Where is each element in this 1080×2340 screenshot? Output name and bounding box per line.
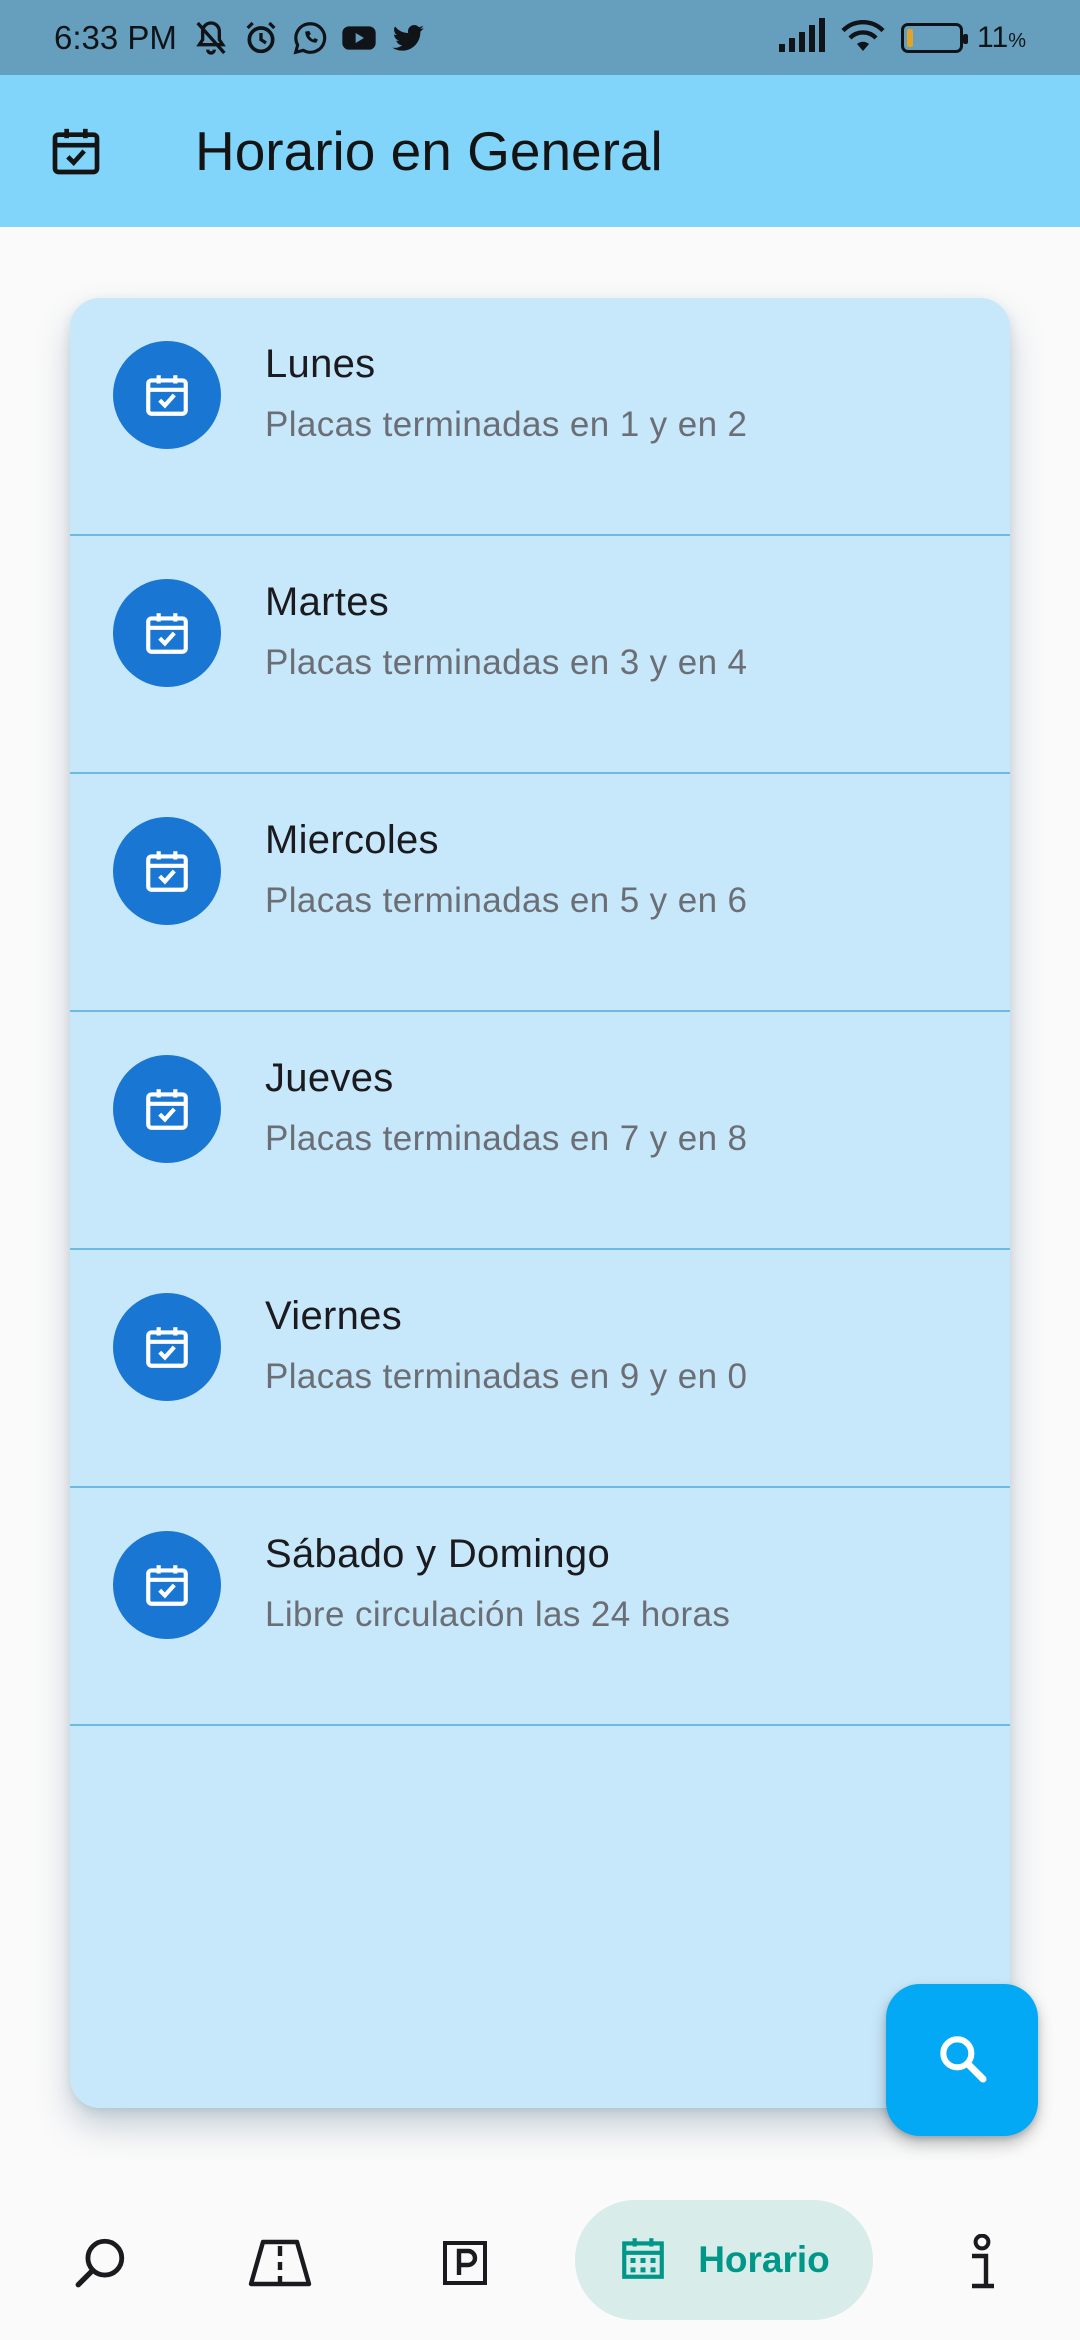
list-item-title: Sábado y Domingo bbox=[265, 1532, 611, 1576]
list-item-title: Viernes bbox=[265, 1294, 403, 1338]
status-right: 11% bbox=[779, 17, 1026, 58]
whatsapp-icon bbox=[291, 19, 329, 57]
nav-item-label: Horario bbox=[698, 2239, 830, 2280]
info-icon bbox=[964, 2233, 1000, 2297]
list-item-miercoles[interactable]: Miercoles Placas terminadas en 5 y en 6 bbox=[70, 774, 1010, 1012]
search-icon bbox=[71, 2234, 129, 2297]
list-item-subtitle: Placas terminadas en 7 y en 8 bbox=[265, 1119, 748, 1158]
battery-fill bbox=[907, 28, 914, 47]
status-left: 6:33 PM bbox=[54, 18, 427, 58]
youtube-icon bbox=[339, 18, 379, 58]
parking-icon bbox=[441, 2239, 489, 2292]
list-item-subtitle: Placas terminadas en 1 y en 2 bbox=[265, 405, 748, 444]
list-item-martes[interactable]: Martes Placas terminadas en 3 y en 4 bbox=[70, 536, 1010, 774]
muted-bell-icon bbox=[191, 18, 231, 58]
list-item-subtitle: Placas terminadas en 5 y en 6 bbox=[265, 881, 748, 920]
calendar-check-icon bbox=[113, 1055, 221, 1163]
battery-icon bbox=[901, 22, 969, 53]
calendar-check-icon bbox=[48, 123, 104, 179]
status-time: 6:33 PM bbox=[54, 18, 177, 56]
schedule-card: Lunes Placas terminadas en 1 y en 2 Mart… bbox=[70, 298, 1010, 2108]
twitter-icon bbox=[389, 19, 427, 57]
notification-icons bbox=[191, 18, 427, 58]
road-icon bbox=[247, 2238, 313, 2293]
search-fab-button[interactable] bbox=[886, 1984, 1038, 2136]
signal-icon bbox=[779, 18, 826, 57]
calendar-check-icon bbox=[113, 817, 221, 925]
list-item-sabado-domingo[interactable]: Sábado y Domingo Libre circulación las 2… bbox=[70, 1488, 1010, 1726]
alarm-icon bbox=[241, 18, 281, 58]
calendar-check-icon bbox=[113, 1531, 221, 1639]
calendar-grid-icon bbox=[618, 2233, 668, 2288]
wifi-icon bbox=[839, 17, 887, 58]
nav-item-info[interactable] bbox=[922, 2190, 1042, 2340]
page-title: Horario en General bbox=[195, 120, 663, 182]
list-item-subtitle: Libre circulación las 24 horas bbox=[265, 1595, 731, 1634]
list-item-lunes[interactable]: Lunes Placas terminadas en 1 y en 2 bbox=[70, 298, 1010, 536]
app-bar: Horario en General bbox=[0, 75, 1080, 227]
status-bar: 6:33 PM 11% bbox=[0, 0, 1080, 75]
nav-item-search[interactable] bbox=[40, 2190, 160, 2340]
list-item-subtitle: Placas terminadas en 9 y en 0 bbox=[265, 1357, 748, 1396]
calendar-check-icon bbox=[113, 341, 221, 449]
calendar-check-icon bbox=[113, 1293, 221, 1401]
nav-item-road[interactable] bbox=[220, 2190, 340, 2340]
nav-item-horario[interactable]: Horario bbox=[575, 2200, 873, 2320]
bottom-navigation: Horario bbox=[0, 2190, 1080, 2340]
list-item-viernes[interactable]: Viernes Placas terminadas en 9 y en 0 bbox=[70, 1250, 1010, 1488]
search-icon bbox=[934, 2030, 990, 2091]
list-item-title: Martes bbox=[265, 580, 390, 624]
list-item-subtitle: Placas terminadas en 3 y en 4 bbox=[265, 643, 748, 682]
list-item-title: Miercoles bbox=[265, 818, 439, 862]
list-item-title: Lunes bbox=[265, 342, 376, 386]
list-item-title: Jueves bbox=[265, 1056, 394, 1100]
battery-percent: 11% bbox=[977, 20, 1026, 54]
calendar-check-icon bbox=[113, 579, 221, 687]
nav-item-parking[interactable] bbox=[405, 2190, 525, 2340]
list-item-jueves[interactable]: Jueves Placas terminadas en 7 y en 8 bbox=[70, 1012, 1010, 1250]
